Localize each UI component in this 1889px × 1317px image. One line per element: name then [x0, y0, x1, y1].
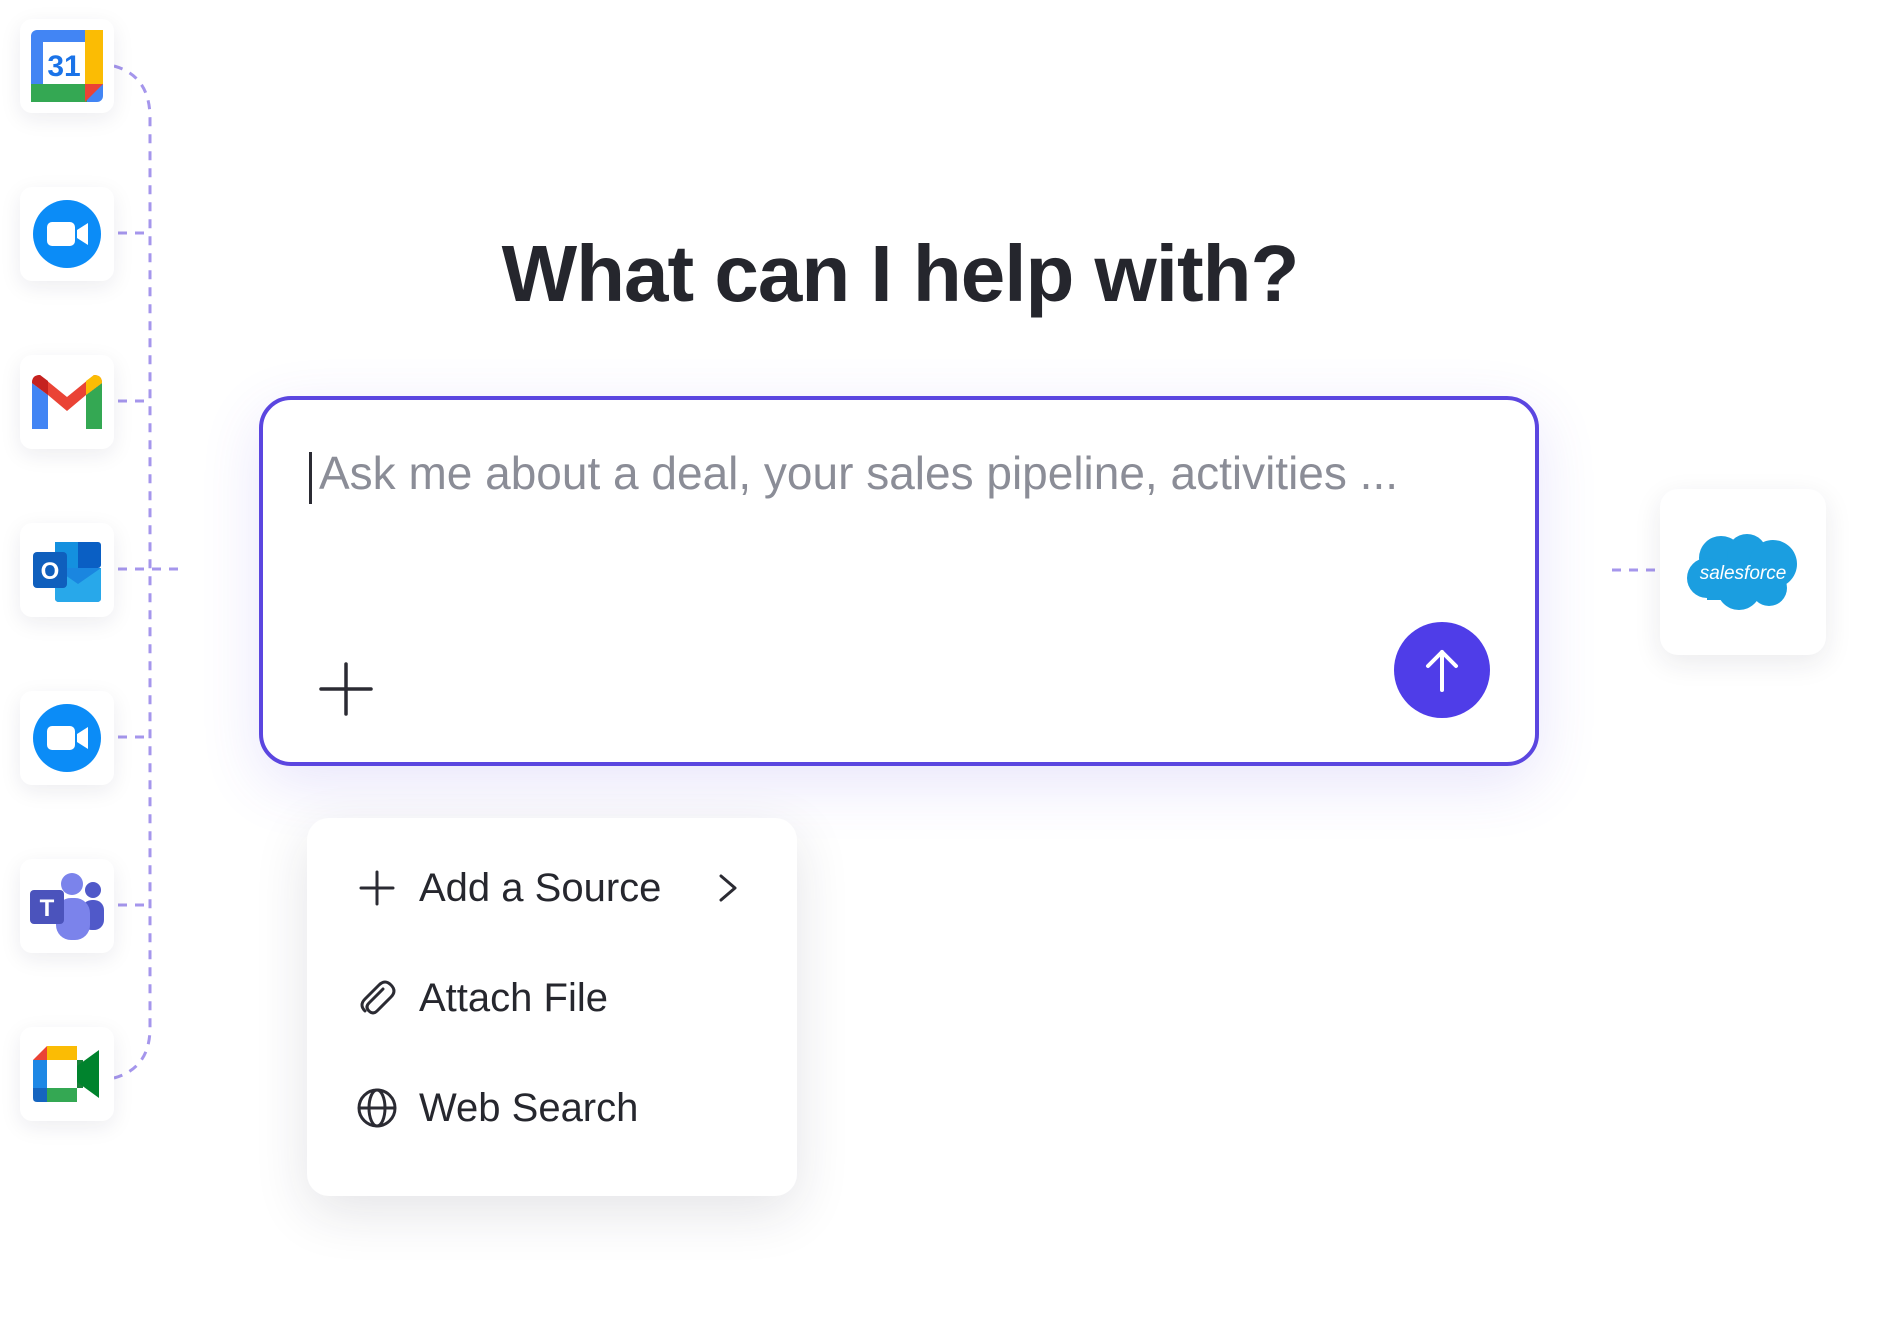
prompt-box[interactable]: Ask me about a deal, your sales pipeline…	[259, 396, 1539, 766]
add-button[interactable]	[315, 658, 377, 720]
arrow-up-icon	[1426, 650, 1458, 692]
google-meet-icon	[33, 1046, 99, 1102]
plus-icon	[359, 870, 395, 906]
google-calendar-tile[interactable]: 31	[20, 19, 114, 113]
outlook-letter: O	[41, 558, 60, 585]
salesforce-wordmark: salesforce	[1700, 563, 1787, 584]
microsoft-teams-tile[interactable]: T	[20, 859, 114, 953]
menu-item-label: Add a Source	[419, 865, 662, 910]
teams-letter: T	[40, 895, 55, 922]
microsoft-teams-icon: T	[30, 873, 104, 940]
outlook-icon: O	[33, 542, 101, 602]
text-cursor	[309, 452, 312, 504]
outlook-tile[interactable]: O	[20, 523, 114, 617]
google-meet-tile[interactable]	[20, 1027, 114, 1121]
google-calendar-icon: 31	[31, 30, 103, 102]
menu-item-label: Web Search	[419, 1085, 639, 1130]
page-title: What can I help with?	[501, 229, 1300, 318]
gmail-tile[interactable]	[20, 355, 114, 449]
calendar-date: 31	[47, 50, 80, 83]
salesforce-logo-icon: salesforce	[1687, 534, 1797, 610]
paperclip-icon	[360, 980, 396, 1015]
chevron-right-icon[interactable]	[707, 868, 747, 908]
send-button[interactable]	[1394, 622, 1490, 718]
attach-menu: Add a Source Attach File Web Search	[307, 818, 797, 1196]
salesforce-tile[interactable]: salesforce	[1660, 489, 1826, 655]
globe-icon	[357, 1088, 397, 1128]
plus-icon	[319, 662, 373, 716]
menu-item-label: Attach File	[419, 975, 608, 1020]
menu-item-attach-file[interactable]: Attach File	[355, 968, 608, 1028]
prompt-input-placeholder[interactable]: Ask me about a deal, your sales pipeline…	[319, 446, 1479, 500]
menu-item-web-search[interactable]: Web Search	[355, 1078, 638, 1138]
gmail-icon	[32, 375, 102, 429]
menu-item-add-source[interactable]: Add a Source	[355, 858, 755, 918]
zoom-icon	[33, 704, 101, 772]
zoom-tile-2[interactable]	[20, 691, 114, 785]
